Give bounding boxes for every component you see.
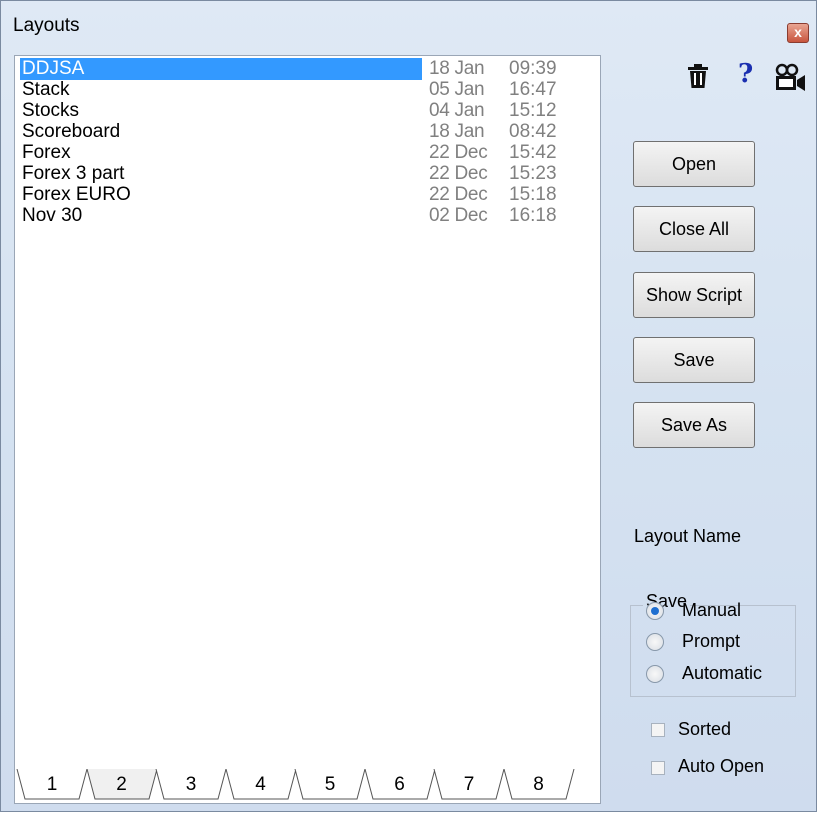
tab-2[interactable]: 2 xyxy=(85,769,157,801)
layout-name: DDJSA xyxy=(20,58,422,80)
auto-open-checkbox-label[interactable]: Auto Open xyxy=(678,756,764,777)
layout-date: 18 Jan xyxy=(429,58,485,79)
layout-name: Scoreboard xyxy=(22,121,121,142)
tab-label: 1 xyxy=(46,774,58,795)
layout-name: Forex xyxy=(22,142,71,163)
show-script-button[interactable]: Show Script xyxy=(633,272,755,318)
automatic-radio-label[interactable]: Automatic xyxy=(682,663,762,684)
close-button[interactable]: x xyxy=(787,23,809,43)
layout-name: Forex EURO xyxy=(22,184,131,205)
tab-label: 5 xyxy=(324,774,336,795)
layout-date: 18 Jan xyxy=(429,121,485,142)
window-title: Layouts xyxy=(13,15,80,36)
layout-time: 16:18 xyxy=(509,205,557,226)
layout-name: Nov 30 xyxy=(22,205,83,226)
layout-date: 22 Dec xyxy=(429,184,488,205)
tab-6[interactable]: 6 xyxy=(363,769,435,801)
layout-row[interactable]: DDJSA 18 Jan 09:39 xyxy=(19,58,597,80)
tab-5[interactable]: 5 xyxy=(293,769,366,801)
layout-time: 16:47 xyxy=(509,79,557,100)
layout-time: 15:18 xyxy=(509,184,557,205)
layout-date: 02 Dec xyxy=(429,205,488,226)
layout-row[interactable]: Nov 30 02 Dec 16:18 xyxy=(19,205,597,227)
camera-icon[interactable] xyxy=(773,63,807,100)
layout-row[interactable]: Forex EURO 22 Dec 15:18 xyxy=(19,184,597,206)
save-as-button[interactable]: Save As xyxy=(633,402,755,448)
automatic-radio[interactable] xyxy=(646,665,664,683)
tab-1[interactable]: 1 xyxy=(15,769,88,801)
help-icon[interactable]: ? xyxy=(738,59,753,89)
tab-4[interactable]: 4 xyxy=(224,769,296,801)
layout-date: 22 Dec xyxy=(429,142,488,163)
layout-list[interactable]: DDJSA 18 Jan 09:39 Stack 05 Jan 16:47 Stocks 04… xyxy=(14,55,601,804)
sorted-checkbox[interactable] xyxy=(651,723,665,737)
close-all-button[interactable]: Close All xyxy=(633,206,755,252)
tab-label: 2 xyxy=(116,774,127,795)
prompt-radio[interactable] xyxy=(646,633,664,651)
layout-name: Stack xyxy=(22,79,70,100)
layout-tabs: 1 2 3 4 5 6 7 8 xyxy=(15,769,600,803)
tab-8[interactable]: 8 xyxy=(502,769,574,801)
tab-7[interactable]: 7 xyxy=(432,769,505,801)
save-button[interactable]: Save xyxy=(633,337,755,383)
layout-time: 09:39 xyxy=(509,58,557,79)
layout-date: 22 Dec xyxy=(429,163,488,184)
layout-row[interactable]: Forex 3 part 22 Dec 15:23 xyxy=(19,163,597,185)
sorted-checkbox-label[interactable]: Sorted xyxy=(678,719,731,740)
layout-time: 15:23 xyxy=(509,163,557,184)
layout-time: 08:42 xyxy=(509,121,557,142)
manual-radio[interactable] xyxy=(646,602,664,620)
tab-label: 7 xyxy=(463,774,475,795)
layout-row[interactable]: Stocks 04 Jan 15:12 xyxy=(19,100,597,122)
layout-date: 04 Jan xyxy=(429,100,485,121)
layout-name: Stocks xyxy=(22,100,80,121)
tab-label: 3 xyxy=(185,774,197,795)
tab-label: 6 xyxy=(394,774,405,795)
layout-row[interactable]: Stack 05 Jan 16:47 xyxy=(19,79,597,101)
trash-icon[interactable] xyxy=(687,63,709,96)
layout-name-label: Layout Name xyxy=(634,526,742,546)
layout-name: Forex 3 part xyxy=(22,163,125,184)
layouts-window: Layouts x DDJSA 18 Jan 09:39 Stack 05 Jan 16:… xyxy=(0,0,817,812)
manual-radio-label[interactable]: Manual xyxy=(682,600,741,621)
auto-open-checkbox[interactable] xyxy=(651,761,665,775)
tab-3[interactable]: 3 xyxy=(154,769,227,801)
layout-time: 15:42 xyxy=(509,142,557,163)
prompt-radio-label[interactable]: Prompt xyxy=(682,631,740,652)
layout-time: 15:12 xyxy=(509,100,557,121)
layout-date: 05 Jan xyxy=(429,79,485,100)
open-button[interactable]: Open xyxy=(633,141,755,187)
layout-row[interactable]: Scoreboard 18 Jan 08:42 xyxy=(19,121,597,143)
layout-row[interactable]: Forex 22 Dec 15:42 xyxy=(19,142,597,164)
tab-label: 4 xyxy=(255,774,266,795)
title-bar: Layouts x xyxy=(1,1,816,51)
tab-label: 8 xyxy=(533,774,544,795)
